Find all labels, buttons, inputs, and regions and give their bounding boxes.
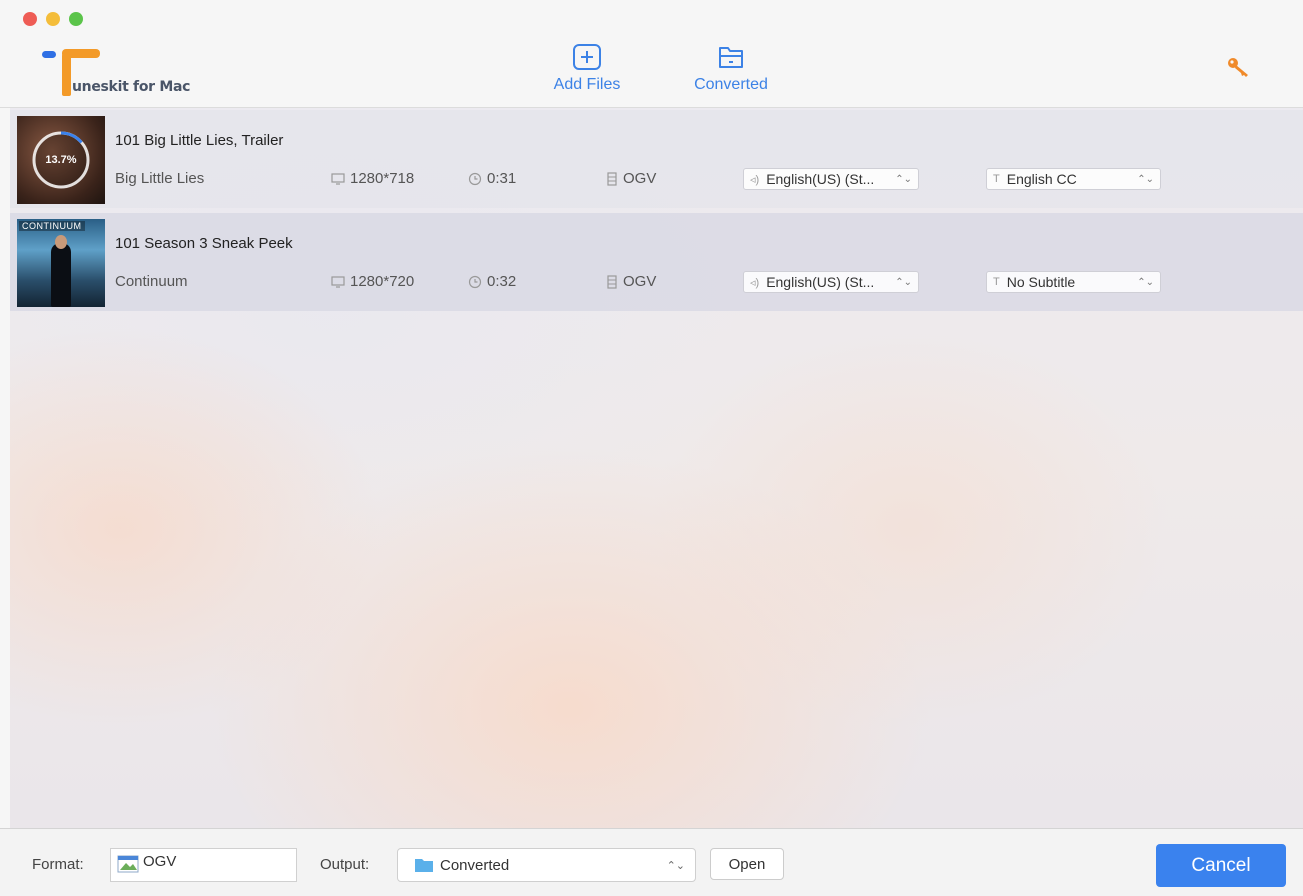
subtitle-value: No Subtitle xyxy=(1006,274,1076,290)
video-title: 101 Season 3 Sneak Peek xyxy=(115,235,293,252)
audio-track-select[interactable]: ◃) English(US) (St... ⌃⌄ xyxy=(743,168,919,190)
film-icon xyxy=(607,274,617,289)
minimize-window-button[interactable] xyxy=(46,12,60,26)
speaker-icon: ◃) xyxy=(750,276,760,289)
text-icon: T xyxy=(993,276,1000,288)
format-value: OGV xyxy=(623,273,657,290)
format: OGV xyxy=(606,170,656,187)
duration: 0:32 xyxy=(468,273,516,290)
screen-icon xyxy=(331,172,345,185)
add-file-icon xyxy=(573,44,601,70)
logo-text: uneskit for Mac xyxy=(72,79,191,95)
zoom-window-button[interactable] xyxy=(69,12,83,26)
logo-mark-stem xyxy=(62,54,71,96)
output-folder-select[interactable]: Converted ⌃⌄ xyxy=(397,848,696,882)
duration: 0:31 xyxy=(468,170,516,187)
folder-icon xyxy=(719,47,743,68)
video-title: 101 Big Little Lies, Trailer xyxy=(115,132,284,149)
toolbar: uneskit for Mac Add Files Converted xyxy=(0,0,1303,108)
list-item[interactable]: 13.7% 101 Big Little Lies, Trailer Big L… xyxy=(10,110,1303,208)
chevron-updown-icon: ⌃⌄ xyxy=(895,173,912,185)
output-format-select[interactable]: OGV xyxy=(110,848,297,882)
duration-value: 0:31 xyxy=(487,170,517,187)
converted-button[interactable]: Converted xyxy=(684,42,778,94)
chevron-updown-icon: ⌃⌄ xyxy=(1137,276,1154,288)
output-folder-value: Converted xyxy=(440,856,510,874)
resolution-value: 1280*718 xyxy=(350,170,415,187)
chevron-updown-icon: ⌃⌄ xyxy=(666,859,685,872)
audio-track-select[interactable]: ◃) English(US) (St... ⌃⌄ xyxy=(743,271,919,293)
subtitle-value: English CC xyxy=(1006,171,1077,187)
screen-icon xyxy=(331,275,345,288)
window-controls xyxy=(23,12,83,26)
format-icon xyxy=(117,855,139,873)
subtitle-select[interactable]: T English CC ⌃⌄ xyxy=(986,168,1161,190)
film-icon xyxy=(607,171,617,186)
app-window: uneskit for Mac Add Files Converted 13.7… xyxy=(0,0,1303,896)
subtitle-select[interactable]: T No Subtitle ⌃⌄ xyxy=(986,271,1161,293)
show-name: Continuum xyxy=(115,273,188,290)
cancel-button[interactable]: Cancel xyxy=(1156,844,1286,887)
converted-label: Converted xyxy=(694,76,768,93)
video-thumbnail: CONTINUUM xyxy=(17,219,105,307)
audio-track-value: English(US) (St... xyxy=(766,171,875,187)
clock-icon xyxy=(468,172,482,185)
thumbnail-title: CONTINUUM xyxy=(19,221,85,231)
close-window-button[interactable] xyxy=(23,12,37,26)
add-files-button[interactable]: Add Files xyxy=(545,42,629,94)
app-logo: uneskit for Mac xyxy=(42,46,212,98)
speaker-icon: ◃) xyxy=(750,173,760,186)
chevron-updown-icon: ⌃⌄ xyxy=(1137,173,1154,185)
resolution-value: 1280*720 xyxy=(350,273,415,290)
progress-percent: 13.7% xyxy=(45,154,77,166)
logo-mark xyxy=(42,51,56,58)
resolution: 1280*720 xyxy=(331,273,414,290)
list-item[interactable]: CONTINUUM 101 Season 3 Sneak Peek Contin… xyxy=(10,213,1303,311)
add-files-label: Add Files xyxy=(553,76,621,93)
file-list: 13.7% 101 Big Little Lies, Trailer Big L… xyxy=(10,108,1303,828)
output-format-value: OGV xyxy=(143,853,177,870)
open-button[interactable]: Open xyxy=(710,848,784,880)
audio-track-value: English(US) (St... xyxy=(766,274,875,290)
duration-value: 0:32 xyxy=(487,273,517,290)
key-icon[interactable] xyxy=(1226,55,1252,79)
text-icon: T xyxy=(993,173,1000,185)
folder-icon xyxy=(415,859,433,872)
clock-icon xyxy=(468,275,482,288)
thumbnail-figure-head xyxy=(55,235,67,249)
chevron-updown-icon: ⌃⌄ xyxy=(895,276,912,288)
resolution: 1280*718 xyxy=(331,170,414,187)
show-name: Big Little Lies xyxy=(115,170,205,187)
thumbnail-figure xyxy=(51,243,71,307)
format: OGV xyxy=(606,273,656,290)
format-value: OGV xyxy=(623,170,657,187)
format-label: Format: xyxy=(32,856,84,873)
bottom-bar: Format: OGV Output: Converted ⌃⌄ Open Ca… xyxy=(0,828,1303,896)
video-thumbnail: 13.7% xyxy=(17,116,105,204)
output-label: Output: xyxy=(320,856,370,873)
